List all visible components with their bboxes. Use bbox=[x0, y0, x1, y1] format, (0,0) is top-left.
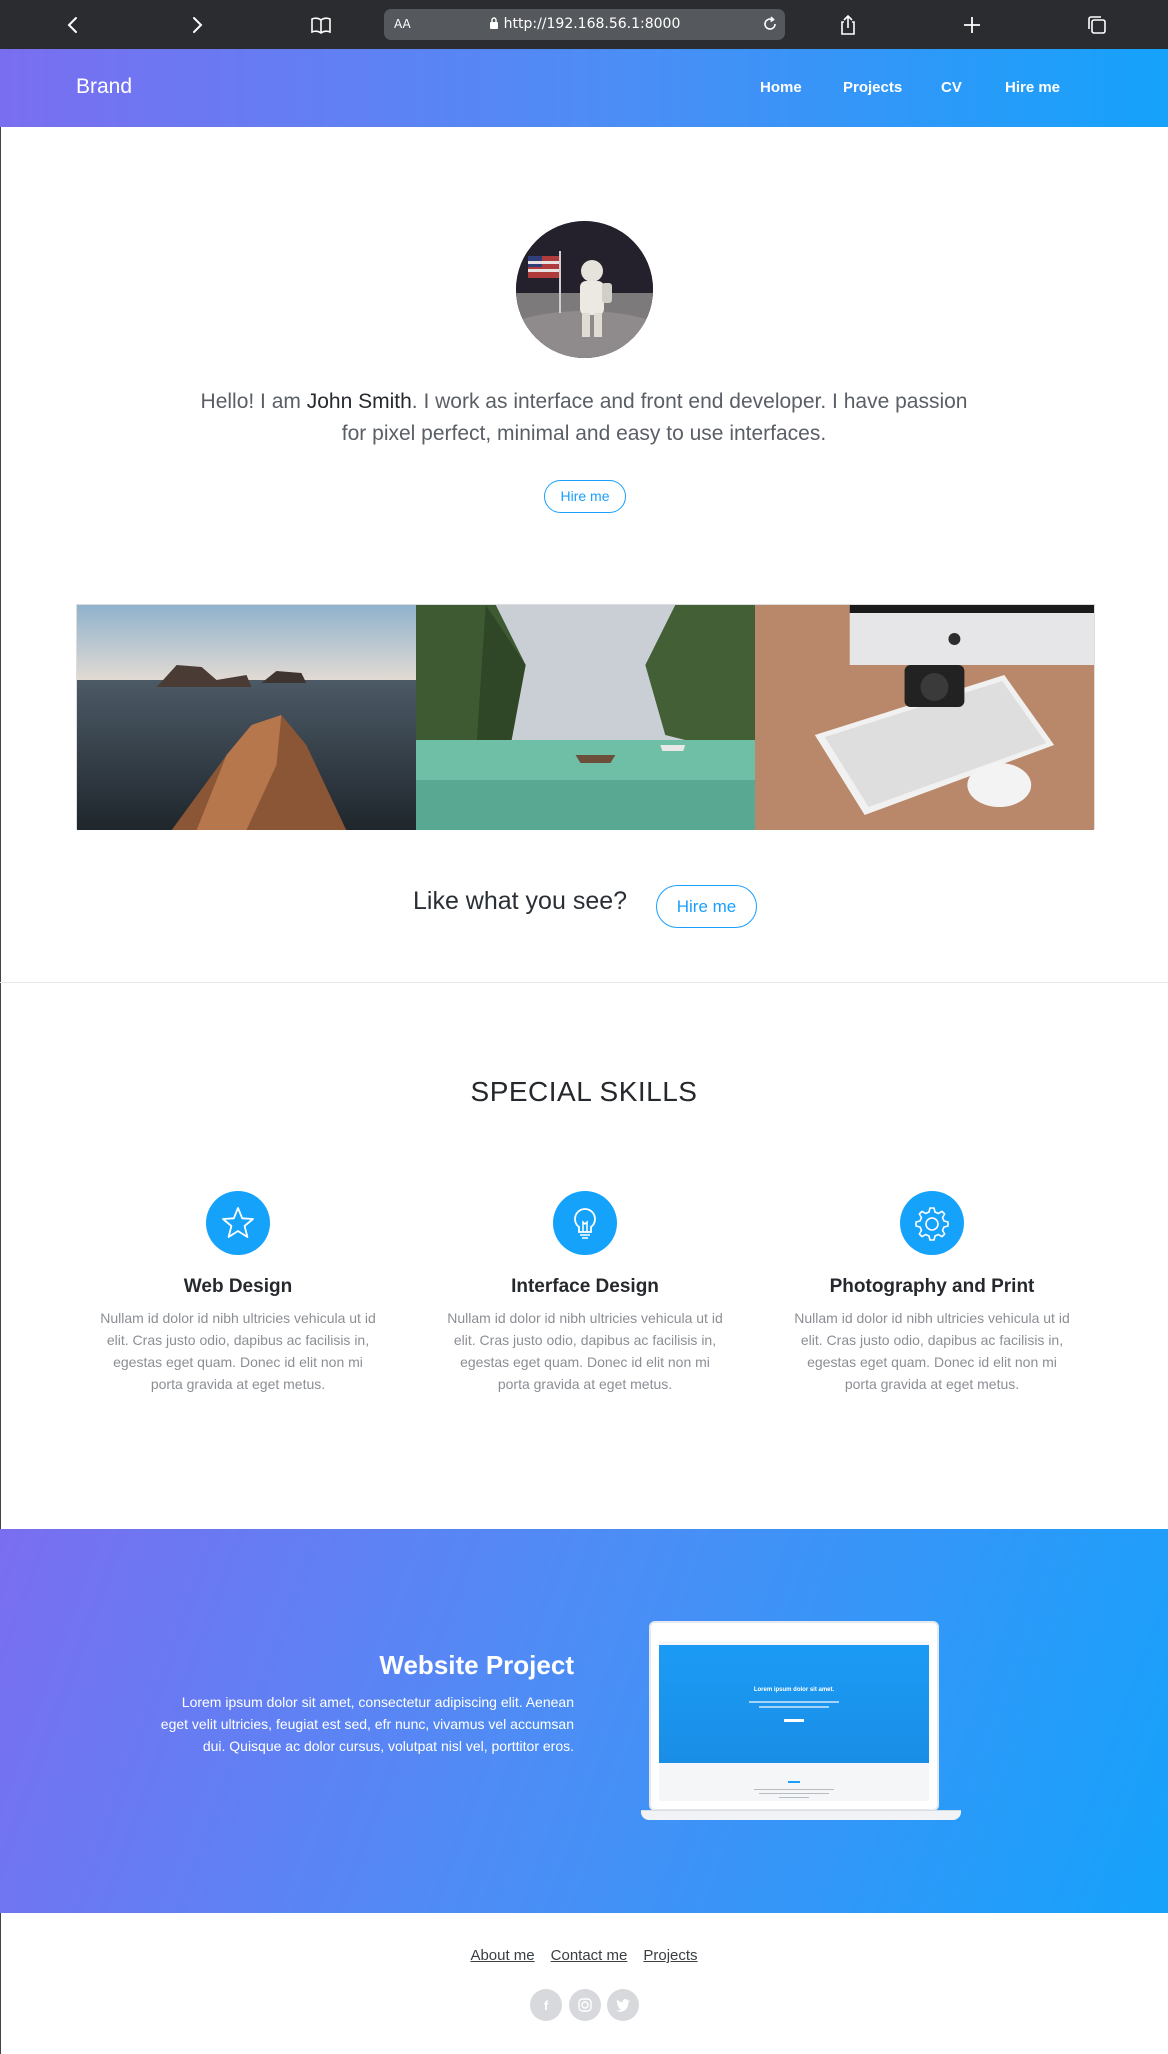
back-icon[interactable] bbox=[53, 0, 93, 49]
photo-desk-camera[interactable] bbox=[755, 605, 1094, 830]
footer-about-link[interactable]: About me bbox=[470, 1947, 534, 1964]
footer-projects-link[interactable]: Projects bbox=[643, 1947, 697, 1964]
brand-logo[interactable]: Brand bbox=[76, 75, 132, 99]
nav-home[interactable]: Home bbox=[760, 79, 802, 96]
screen-title: Lorem ipsum dolor sit amet. bbox=[753, 1687, 835, 1693]
project-description: Lorem ipsum dolor sit amet, consectetur … bbox=[160, 1694, 574, 1754]
url-text: http://192.168.56.1:8000 bbox=[503, 16, 681, 32]
skill-web-design: Web Design Nullam id dolor id nibh ultri… bbox=[88, 1191, 388, 1395]
laptop-mockup: Lorem ipsum dolor sit amet. bbox=[641, 1621, 961, 1824]
navbar: Brand Home Projects CV Hire me bbox=[0, 49, 1168, 127]
skill-interface-design: Interface Design Nullam id dolor id nibh… bbox=[435, 1191, 735, 1395]
lightbulb-icon bbox=[553, 1191, 617, 1255]
section-divider bbox=[0, 982, 1168, 983]
laptop-base bbox=[641, 1810, 961, 1820]
skill-title: Web Design bbox=[183, 1276, 293, 1297]
share-icon[interactable] bbox=[828, 0, 868, 49]
footer-links: About me Contact me Projects bbox=[0, 1947, 1168, 1964]
skill-title: Interface Design bbox=[511, 1276, 659, 1297]
bookmarks-icon[interactable] bbox=[301, 0, 341, 49]
photo-gallery bbox=[76, 604, 1095, 830]
instagram-icon[interactable] bbox=[569, 1989, 601, 2021]
cta-hire-me-button[interactable]: Hire me bbox=[656, 885, 757, 928]
photo-lagoon-boats[interactable] bbox=[416, 605, 755, 830]
skill-photography-print: Photography and Print Nullam id dolor id… bbox=[782, 1191, 1082, 1395]
reload-icon[interactable] bbox=[761, 15, 779, 33]
gear-icon bbox=[900, 1191, 964, 1255]
tabs-icon[interactable] bbox=[1077, 0, 1117, 49]
skill-title: Photography and Print bbox=[829, 1276, 1035, 1297]
avatar bbox=[516, 221, 653, 358]
hero-hire-me-button[interactable]: Hire me bbox=[544, 480, 626, 513]
address-bar[interactable]: AA http://192.168.56.1:8000 bbox=[384, 9, 785, 40]
laptop-screen: Lorem ipsum dolor sit amet. bbox=[649, 1621, 939, 1811]
footer-contact-link[interactable]: Contact me bbox=[551, 1947, 628, 1964]
skill-description: Nullam id dolor id nibh ultricies vehicu… bbox=[100, 1310, 376, 1392]
nav-projects[interactable]: Projects bbox=[843, 79, 902, 96]
photo-coast-rocks[interactable] bbox=[77, 605, 416, 830]
skills-title: SPECIAL SKILLS bbox=[470, 1076, 698, 1107]
project-title: Website Project bbox=[379, 1650, 574, 1680]
browser-toolbar: AA http://192.168.56.1:8000 bbox=[0, 0, 1168, 49]
cta-text: Like what you see? bbox=[413, 887, 628, 915]
intro-name: John Smith bbox=[306, 390, 412, 413]
nav-cv[interactable]: CV bbox=[941, 79, 962, 96]
skill-description: Nullam id dolor id nibh ultricies vehicu… bbox=[447, 1310, 723, 1392]
twitter-icon[interactable] bbox=[607, 1989, 639, 2021]
forward-icon[interactable] bbox=[177, 0, 217, 49]
star-icon bbox=[206, 1191, 270, 1255]
intro-text: Hello! I am John Smith. I work as interf… bbox=[200, 390, 968, 445]
new-tab-icon[interactable] bbox=[952, 0, 992, 49]
skill-description: Nullam id dolor id nibh ultricies vehicu… bbox=[794, 1310, 1070, 1392]
project-section: Website Project Lorem ipsum dolor sit am… bbox=[0, 1529, 1168, 1913]
nav-hire-me[interactable]: Hire me bbox=[1005, 79, 1060, 96]
facebook-icon[interactable]: f bbox=[530, 1989, 562, 2021]
lock-icon bbox=[489, 17, 498, 29]
